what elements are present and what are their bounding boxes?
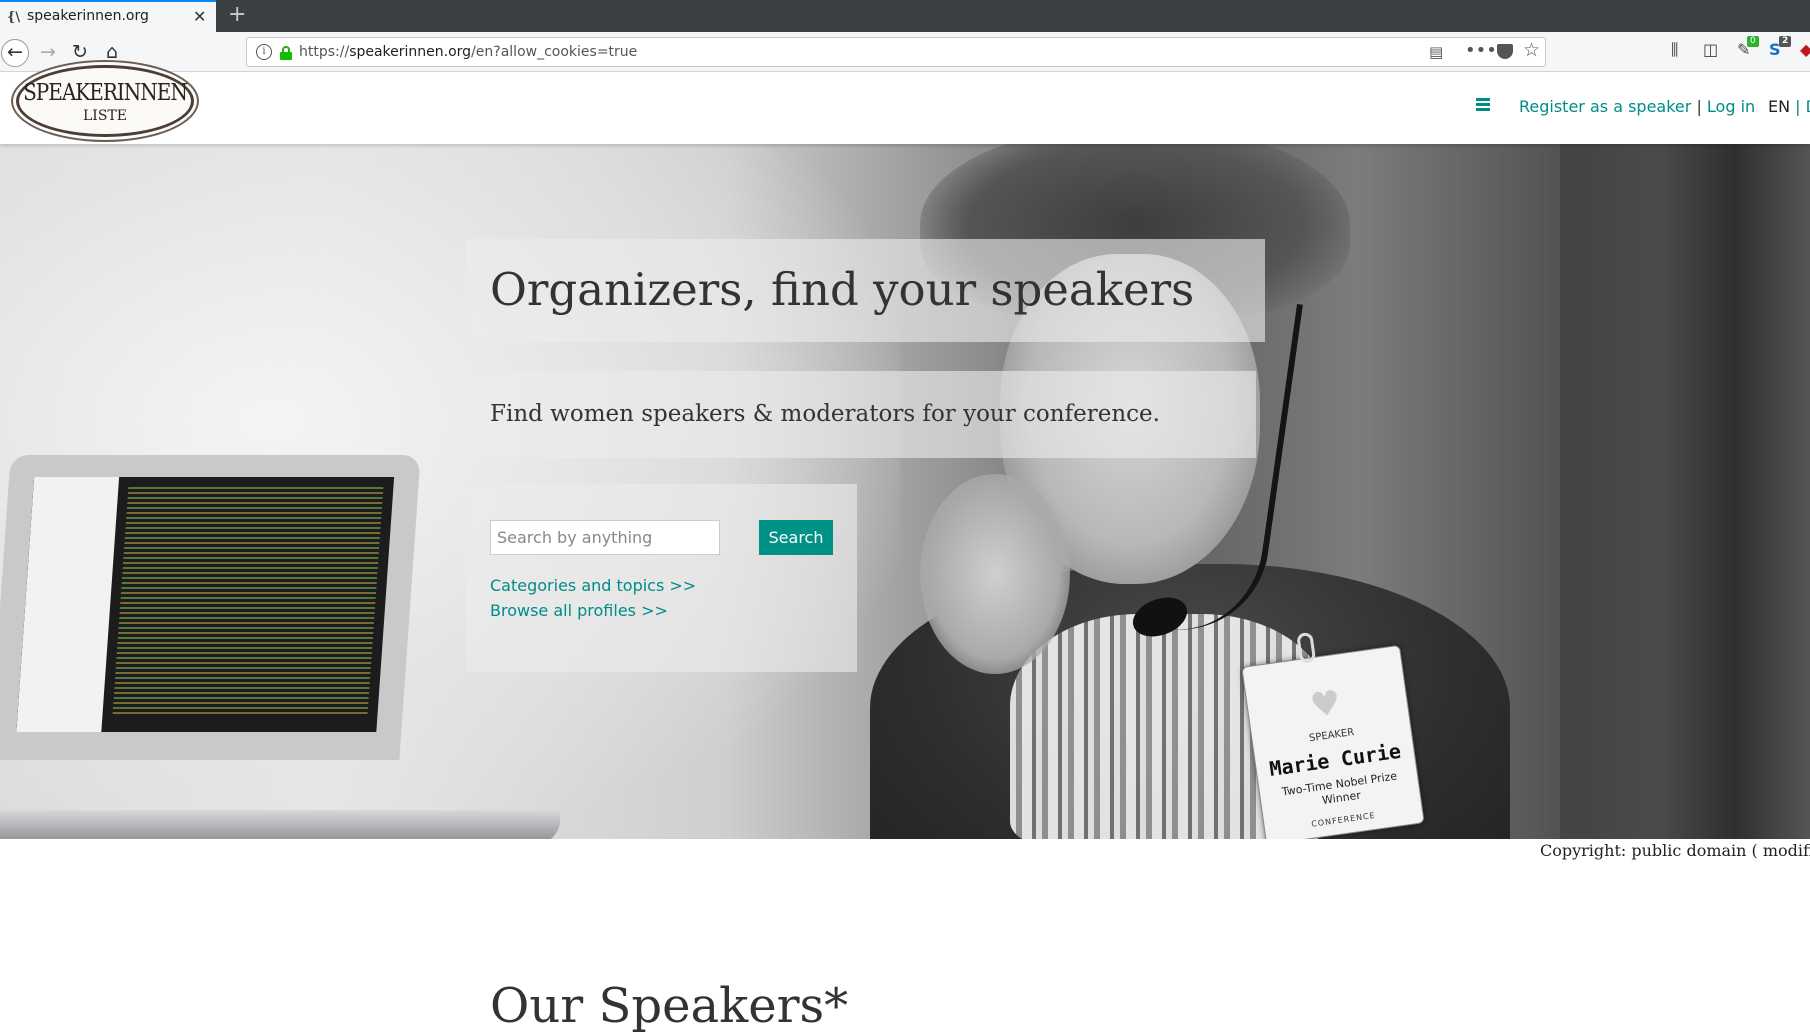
- close-tab-icon[interactable]: ✕: [193, 7, 206, 26]
- page-info-icon[interactable]: i: [256, 44, 272, 60]
- hero-subtitle-box: Find women speakers & moderators for you…: [466, 371, 1256, 458]
- site-favicon-icon: {\: [7, 10, 21, 25]
- extension-blue-icon[interactable]: S2: [1769, 36, 1792, 59]
- page-actions-icon[interactable]: •••: [1465, 40, 1497, 61]
- hero-background-right: [1560, 144, 1810, 839]
- library-icon[interactable]: ⫼: [1671, 40, 1678, 60]
- browser-nav-bar: ← → ↻ ⌂ i https://speakerinnen.org/en?al…: [0, 32, 1810, 72]
- logo-text-main: SPEAKERINNEN: [23, 78, 188, 106]
- hero-title-box: Organizers, find your speakers: [466, 239, 1265, 342]
- reload-button[interactable]: ↻: [68, 40, 92, 64]
- home-button[interactable]: ⌂: [100, 40, 124, 64]
- link-separator: |: [1696, 97, 1702, 116]
- hero-photo-hand: [920, 474, 1070, 674]
- login-link[interactable]: Log in: [1707, 97, 1755, 116]
- lang-en[interactable]: EN: [1768, 97, 1790, 116]
- search-input[interactable]: [490, 520, 720, 555]
- ublock-icon[interactable]: ◆: [1800, 40, 1810, 59]
- categories-link[interactable]: Categories and topics >>: [490, 573, 696, 598]
- laptop-base: [0, 810, 560, 839]
- logo-text-sub: LISTE: [83, 108, 127, 124]
- section-title: Our Speakers*: [490, 978, 849, 1034]
- speaker-badge: ♥ SPEAKER Marie Curie Two-Time Nobel Pri…: [1241, 631, 1425, 839]
- laptop-code: [112, 487, 384, 717]
- pocket-icon[interactable]: [1497, 44, 1513, 59]
- tab-title: speakerinnen.org: [27, 8, 149, 24]
- lang-de[interactable]: D: [1806, 97, 1810, 116]
- search-button[interactable]: Search: [759, 520, 833, 555]
- browser-tab[interactable]: {\ speakerinnen.org ✕: [0, 0, 216, 32]
- account-links: Register as a speaker | Log in: [1519, 97, 1755, 116]
- back-arrow-icon: ←: [7, 41, 23, 63]
- reader-view-icon[interactable]: ▤: [1429, 43, 1443, 61]
- sidebar-icon[interactable]: ◫: [1703, 40, 1718, 59]
- browse-profiles-link[interactable]: Browse all profiles >>: [490, 598, 696, 623]
- heart-icon: ♥: [1307, 682, 1344, 727]
- hero-section: ♥ SPEAKER Marie Curie Two-Time Nobel Pri…: [0, 144, 1810, 839]
- forward-button[interactable]: →: [36, 40, 60, 64]
- search-links: Categories and topics >> Browse all prof…: [490, 573, 696, 623]
- hero-subtitle: Find women speakers & moderators for you…: [490, 401, 1160, 427]
- laptop-file-tree: [16, 477, 120, 732]
- site-header: SPEAKERINNEN LISTE Register as a speaker…: [0, 65, 1810, 144]
- laptop-display: [16, 477, 395, 732]
- lang-separator: |: [1795, 97, 1801, 116]
- secure-lock-icon[interactable]: [280, 46, 292, 60]
- search-box: Search Categories and topics >> Browse a…: [466, 484, 857, 672]
- laptop-illustration: [0, 455, 421, 760]
- extension-green-icon[interactable]: ✎ 0: [1737, 36, 1759, 59]
- bookmark-star-icon[interactable]: ☆: [1523, 39, 1540, 61]
- browser-tab-bar: {\ speakerinnen.org ✕ +: [0, 0, 1810, 32]
- new-tab-button[interactable]: +: [228, 2, 246, 27]
- menu-hamburger-icon[interactable]: [1476, 98, 1490, 111]
- hero-title: Organizers, find your speakers: [490, 263, 1195, 316]
- language-switcher: EN | D: [1768, 97, 1810, 116]
- image-copyright: Copyright: public domain ( modifi: [1540, 841, 1810, 860]
- register-link[interactable]: Register as a speaker: [1519, 97, 1691, 116]
- url-bar[interactable]: i https://speakerinnen.org/en?allow_cook…: [246, 37, 1546, 67]
- site-logo[interactable]: SPEAKERINNEN LISTE: [16, 65, 194, 137]
- url-text[interactable]: https://speakerinnen.org/en?allow_cookie…: [299, 44, 637, 60]
